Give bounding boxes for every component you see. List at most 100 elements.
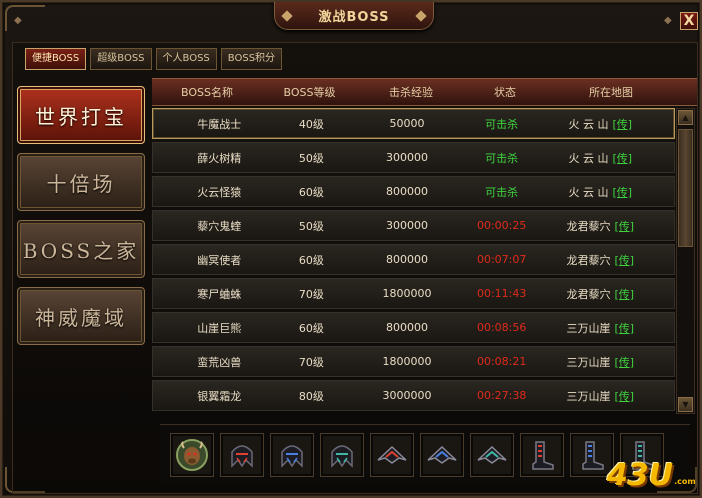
- reward-slot[interactable]: [520, 433, 564, 477]
- boss-type-tabs: 便捷BOSS 超级BOSS 个人BOSS BOSS积分: [25, 48, 283, 70]
- close-button[interactable]: X: [680, 12, 698, 30]
- table-body: 牛魔战士 40级 50000 可击杀火 云 山 [传] 薛火树精 50级 300000 可击杀火…: [152, 108, 675, 414]
- table-row[interactable]: 蛮荒凶兽 70级 1800000 00:08:21 三万山崖 [传]: [152, 346, 675, 377]
- red-wing-icon: [375, 438, 409, 472]
- teal-wing-icon: [475, 438, 509, 472]
- teleport-link[interactable]: [传]: [614, 220, 634, 233]
- reward-slot[interactable]: [320, 433, 364, 477]
- header-boss-name: BOSS名称: [181, 86, 233, 99]
- reward-slot[interactable]: [370, 433, 414, 477]
- tab-quick-boss[interactable]: 便捷BOSS: [25, 48, 87, 70]
- boss-level: 50级: [298, 219, 324, 233]
- teleport-link[interactable]: [传]: [614, 390, 634, 403]
- header-status: 状态: [494, 86, 516, 99]
- boss-status: 可击杀: [485, 117, 519, 131]
- scroll-thumb[interactable]: [678, 129, 693, 247]
- kill-exp: 800000: [386, 253, 429, 266]
- boss-level: 40级: [298, 117, 324, 131]
- table-row[interactable]: 寒尸蛐蛛 70级 1800000 00:11:43 龙君藜穴 [传]: [152, 278, 675, 309]
- boss-status: 00:08:21: [476, 355, 527, 368]
- blue-wing-icon: [425, 438, 459, 472]
- kill-exp: 1800000: [382, 355, 432, 368]
- boss-level: 80级: [298, 389, 324, 403]
- ornament-icon: ◆: [14, 15, 22, 26]
- teleport-link[interactable]: [传]: [614, 322, 634, 335]
- teleport-link[interactable]: [传]: [612, 118, 632, 131]
- table-row[interactable]: 火云怪猿 60级 800000 可击杀火 云 山 [传]: [152, 176, 675, 207]
- side-menu-divine-realm[interactable]: 神威魔域: [17, 287, 145, 345]
- boss-status: 00:27:38: [476, 389, 527, 402]
- table-scrollbar[interactable]: ▲ ▼: [676, 108, 695, 414]
- tab-boss-points[interactable]: BOSS积分: [220, 48, 283, 70]
- logo-suffix: .com: [674, 477, 696, 486]
- map-name: 三万山崖: [566, 321, 611, 335]
- ornament-icon: ◆: [664, 15, 672, 26]
- scroll-down-arrow-icon[interactable]: ▼: [678, 397, 693, 412]
- kill-exp: 300000: [386, 151, 429, 164]
- reward-slot[interactable]: [470, 433, 514, 477]
- table-row[interactable]: 银翼霜龙 80级 3000000 00:27:38 三万山崖 [传]: [152, 380, 675, 411]
- boss-level: 50级: [298, 151, 324, 165]
- boss-map: 火 云 山 [传]: [527, 116, 674, 132]
- boss-name: 寒尸蛐蛛: [197, 287, 242, 301]
- teleport-link[interactable]: [传]: [612, 152, 632, 165]
- red-helmet-icon: [225, 438, 259, 472]
- boss-name: 幽冥使者: [197, 253, 242, 267]
- table-row[interactable]: 幽冥使者 60级 800000 00:07:07 龙君藜穴 [传]: [152, 244, 675, 275]
- site-logo: 43U .com: [607, 452, 699, 492]
- boss-map: 火 云 山 [传]: [527, 184, 674, 200]
- table-row[interactable]: 牛魔战士 40级 50000 可击杀火 云 山 [传]: [152, 108, 675, 139]
- boss-name: 火云怪猿: [197, 185, 242, 199]
- header-map: 所在地图: [589, 86, 633, 99]
- tab-super-boss[interactable]: 超级BOSS: [90, 48, 152, 70]
- map-name: 火 云 山: [568, 185, 609, 199]
- teleport-link[interactable]: [传]: [614, 254, 634, 267]
- kill-exp: 1800000: [382, 287, 432, 300]
- boss-level: 60级: [298, 321, 324, 335]
- boss-level: 70级: [298, 355, 324, 369]
- boss-name: 蛮荒凶兽: [197, 355, 242, 369]
- window-title-plate: 激战BOSS: [274, 2, 434, 30]
- boss-name: 薛火树精: [197, 151, 242, 165]
- boss-map: 龙君藜穴 [传]: [527, 252, 674, 268]
- map-name: 三万山崖: [566, 355, 611, 369]
- boss-map: 三万山崖 [传]: [527, 320, 674, 336]
- table-header: BOSS名称 BOSS等级 击杀经验 状态 所在地图: [152, 78, 697, 106]
- reward-slot[interactable]: [170, 433, 214, 477]
- boss-status: 可击杀: [485, 151, 519, 165]
- teleport-link[interactable]: [传]: [614, 356, 634, 369]
- boss-map: 龙君藜穴 [传]: [527, 286, 674, 302]
- boss-name: 藜穴鬼蝰: [197, 219, 242, 233]
- bull-head-icon: [175, 438, 209, 472]
- teleport-link[interactable]: [传]: [614, 288, 634, 301]
- boss-map: 龙君藜穴 [传]: [527, 218, 674, 234]
- side-menu: 世界打宝 十倍场 BOSS之家 神威魔域: [17, 86, 145, 354]
- side-menu-world-loot[interactable]: 世界打宝: [17, 86, 145, 144]
- boss-map: 三万山崖 [传]: [527, 354, 674, 370]
- map-name: 火 云 山: [568, 117, 609, 131]
- header-boss-level: BOSS等级: [283, 86, 336, 99]
- table-row[interactable]: 薛火树精 50级 300000 可击杀火 云 山 [传]: [152, 142, 675, 173]
- side-menu-ten-times-arena[interactable]: 十倍场: [17, 153, 145, 211]
- map-name: 三万山崖: [566, 389, 611, 403]
- boss-status: 00:00:25: [476, 219, 527, 232]
- teal-helmet-icon: [325, 438, 359, 472]
- kill-exp: 800000: [386, 185, 429, 198]
- tab-personal-boss[interactable]: 个人BOSS: [155, 48, 217, 70]
- boss-status: 00:11:43: [476, 287, 527, 300]
- teleport-link[interactable]: [传]: [612, 186, 632, 199]
- table-row[interactable]: 藜穴鬼蝰 50级 300000 00:00:25 龙君藜穴 [传]: [152, 210, 675, 241]
- side-menu-boss-home[interactable]: BOSS之家: [17, 220, 145, 278]
- reward-slot[interactable]: [220, 433, 264, 477]
- boss-name: 银翼霜龙: [197, 389, 242, 403]
- reward-slot[interactable]: [420, 433, 464, 477]
- reward-slot[interactable]: [270, 433, 314, 477]
- scroll-up-arrow-icon[interactable]: ▲: [678, 110, 693, 125]
- map-name: 龙君藜穴: [566, 253, 611, 267]
- red-boots-icon: [525, 438, 559, 472]
- logo-text: 43U: [607, 458, 674, 493]
- table-row[interactable]: 山崖巨熊 60级 800000 00:08:56 三万山崖 [传]: [152, 312, 675, 343]
- kill-exp: 3000000: [382, 389, 432, 402]
- boss-level: 60级: [298, 185, 324, 199]
- boss-status: 00:08:56: [476, 321, 527, 334]
